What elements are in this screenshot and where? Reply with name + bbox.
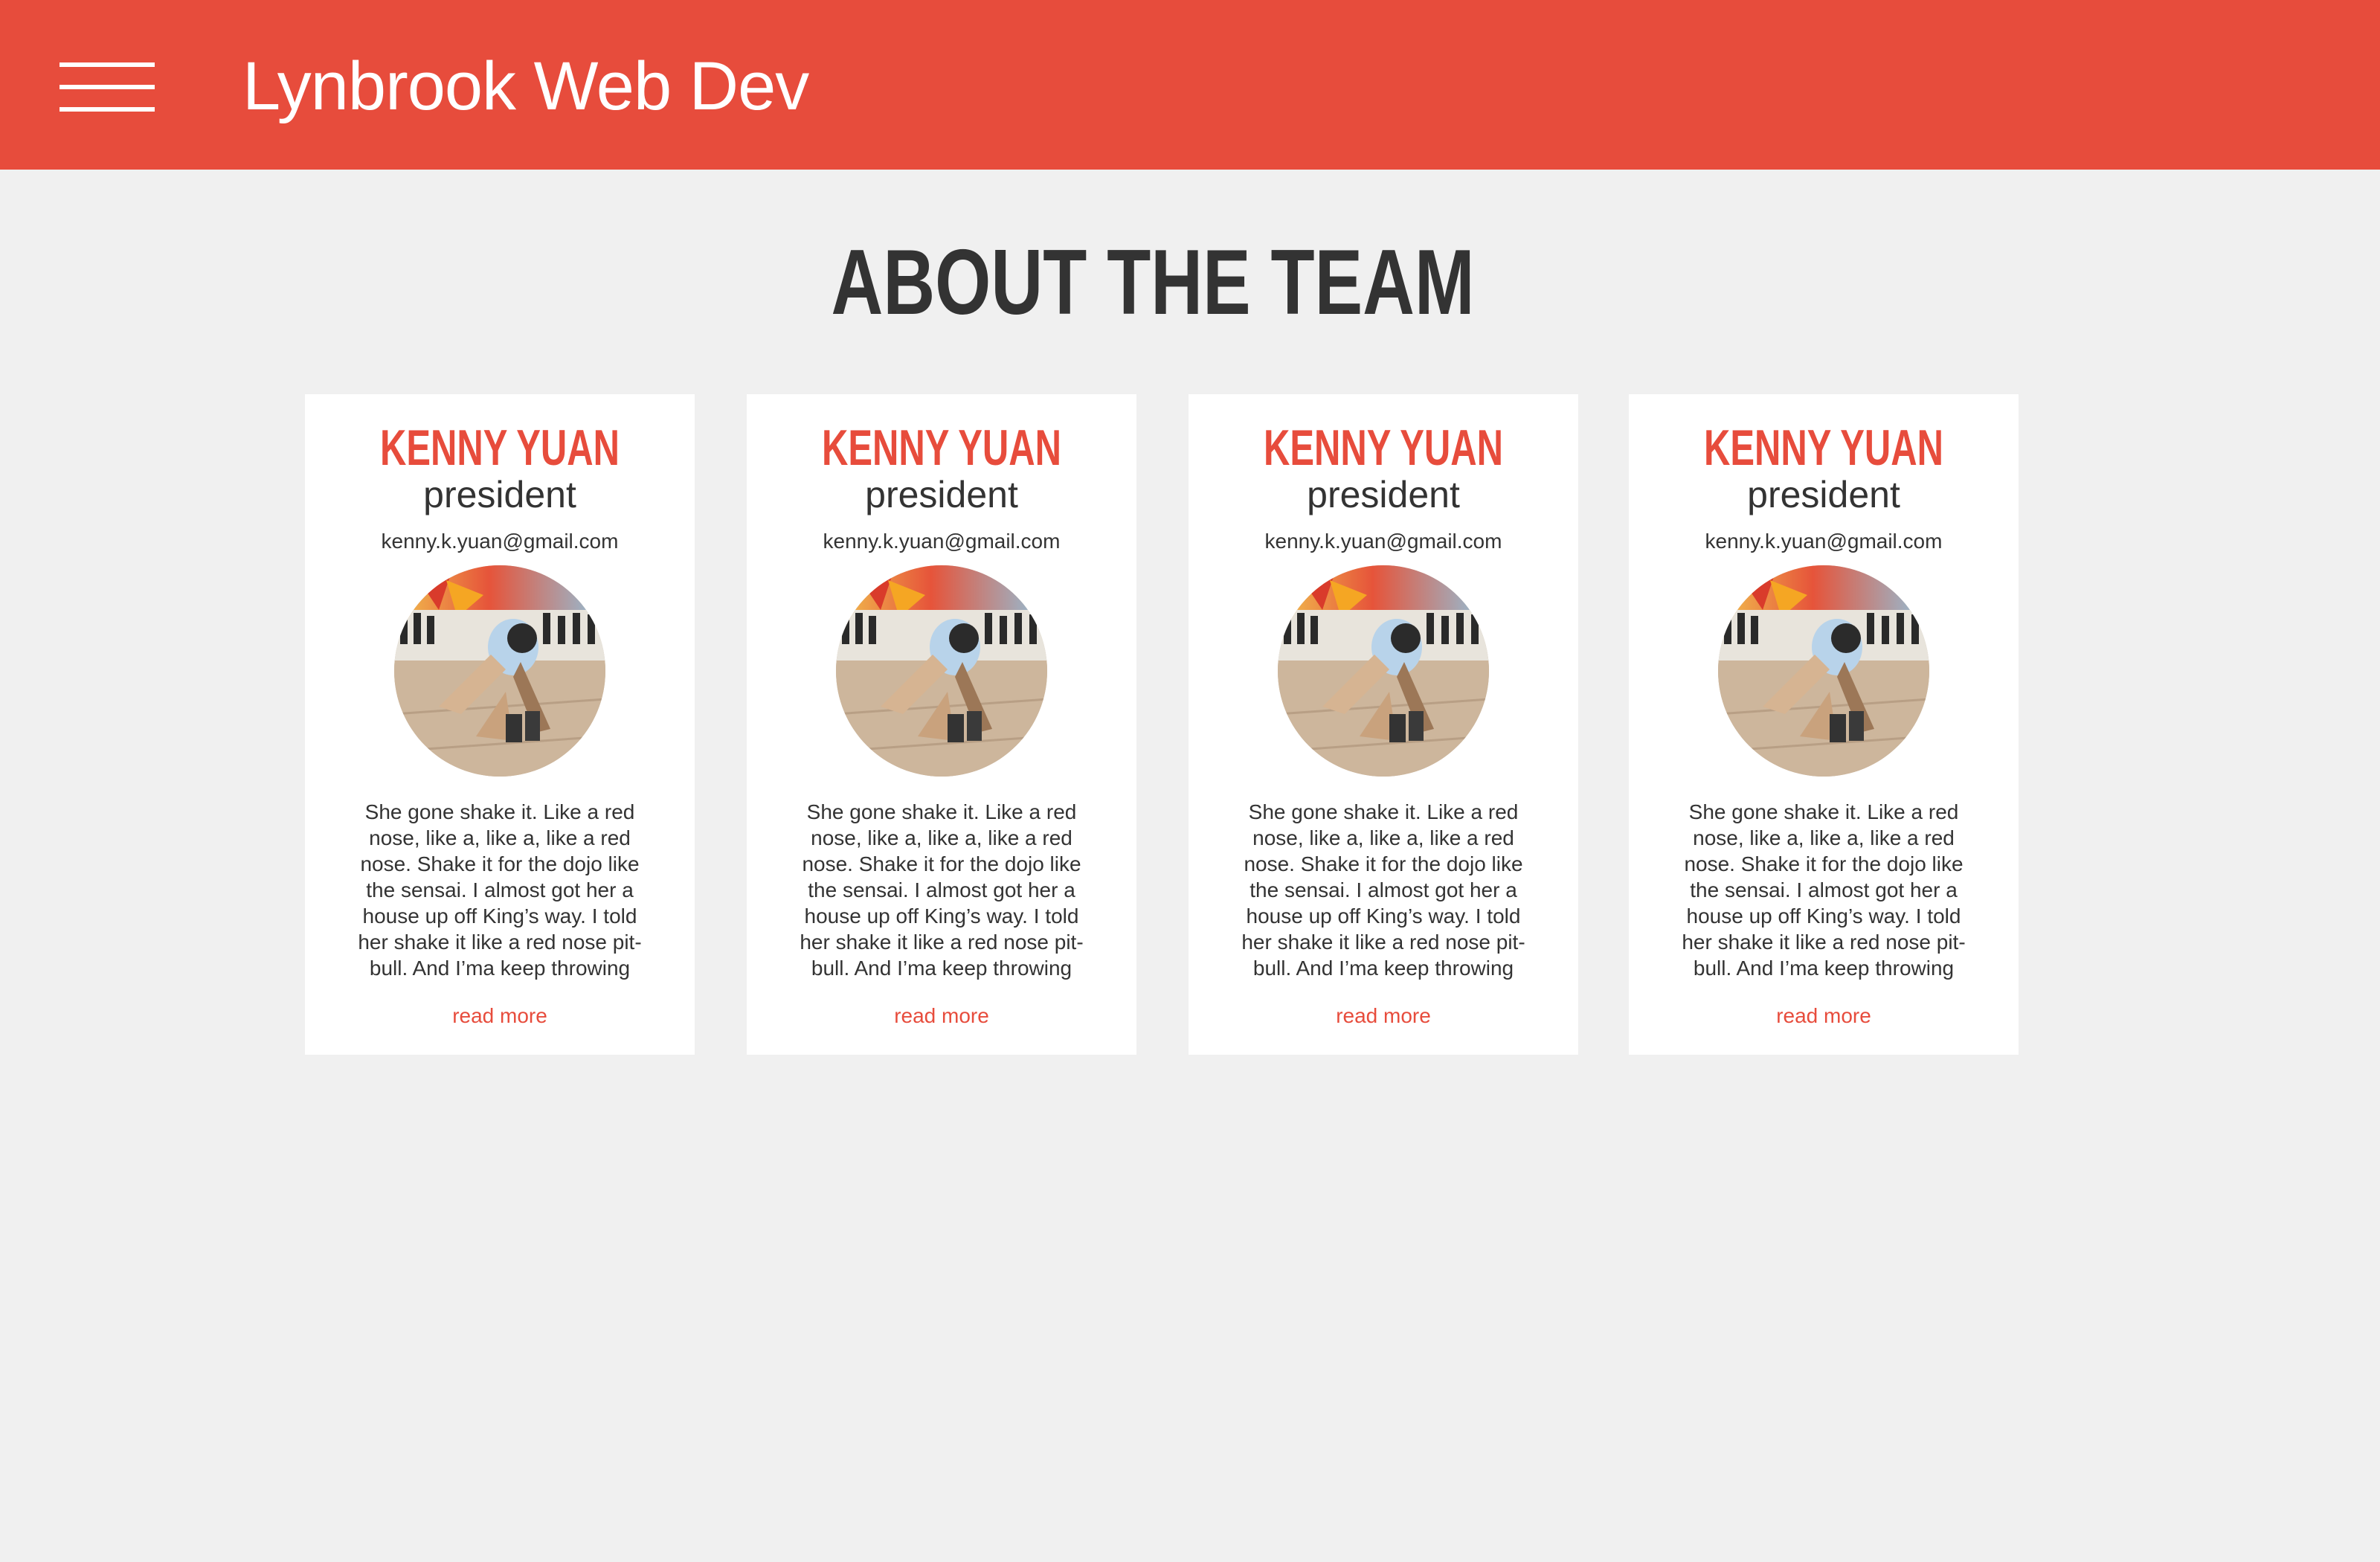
menu-line (60, 85, 155, 89)
team-member-card: Kenny Yuan president kenny.k.yuan@gmail.… (1189, 394, 1578, 1055)
member-bio: She gone shake it. Like a red nose, like… (358, 800, 642, 980)
top-bar: Lynbrook Web Dev (0, 0, 2380, 170)
team-member-card: Kenny Yuan president kenny.k.yuan@gmail.… (1629, 394, 2019, 1055)
avatar (836, 565, 1047, 777)
read-more-link[interactable]: read more (305, 1001, 695, 1031)
member-email: kenny.k.yuan@gmail.com (381, 530, 619, 553)
avatar (394, 565, 605, 777)
read-more-link[interactable]: read more (1629, 1001, 2019, 1031)
member-email: kenny.k.yuan@gmail.com (1264, 530, 1502, 553)
member-bio: She gone shake it. Like a red nose, like… (800, 800, 1084, 980)
site-brand[interactable]: Lynbrook Web Dev (242, 42, 809, 131)
hamburger-menu-icon[interactable] (60, 62, 155, 112)
team-member-card: Kenny Yuan president kenny.k.yuan@gmail.… (305, 394, 695, 1055)
avatar (1718, 565, 1929, 777)
team-member-card: Kenny Yuan president kenny.k.yuan@gmail.… (747, 394, 1136, 1055)
member-email: kenny.k.yuan@gmail.com (1705, 530, 1943, 553)
member-role: president (1307, 474, 1460, 515)
read-more-link[interactable]: read more (1189, 1001, 1578, 1031)
avatar (1278, 565, 1489, 777)
menu-line (60, 62, 155, 67)
read-more-link[interactable]: read more (747, 1001, 1136, 1031)
member-role: president (1747, 474, 1900, 515)
member-bio: She gone shake it. Like a red nose, like… (1682, 800, 1966, 980)
page-title: About the Team (831, 231, 1475, 334)
menu-line (60, 107, 155, 112)
member-role: president (423, 474, 576, 515)
member-bio: She gone shake it. Like a red nose, like… (1241, 800, 1525, 980)
member-email: kenny.k.yuan@gmail.com (823, 530, 1061, 553)
member-role: president (865, 474, 1018, 515)
